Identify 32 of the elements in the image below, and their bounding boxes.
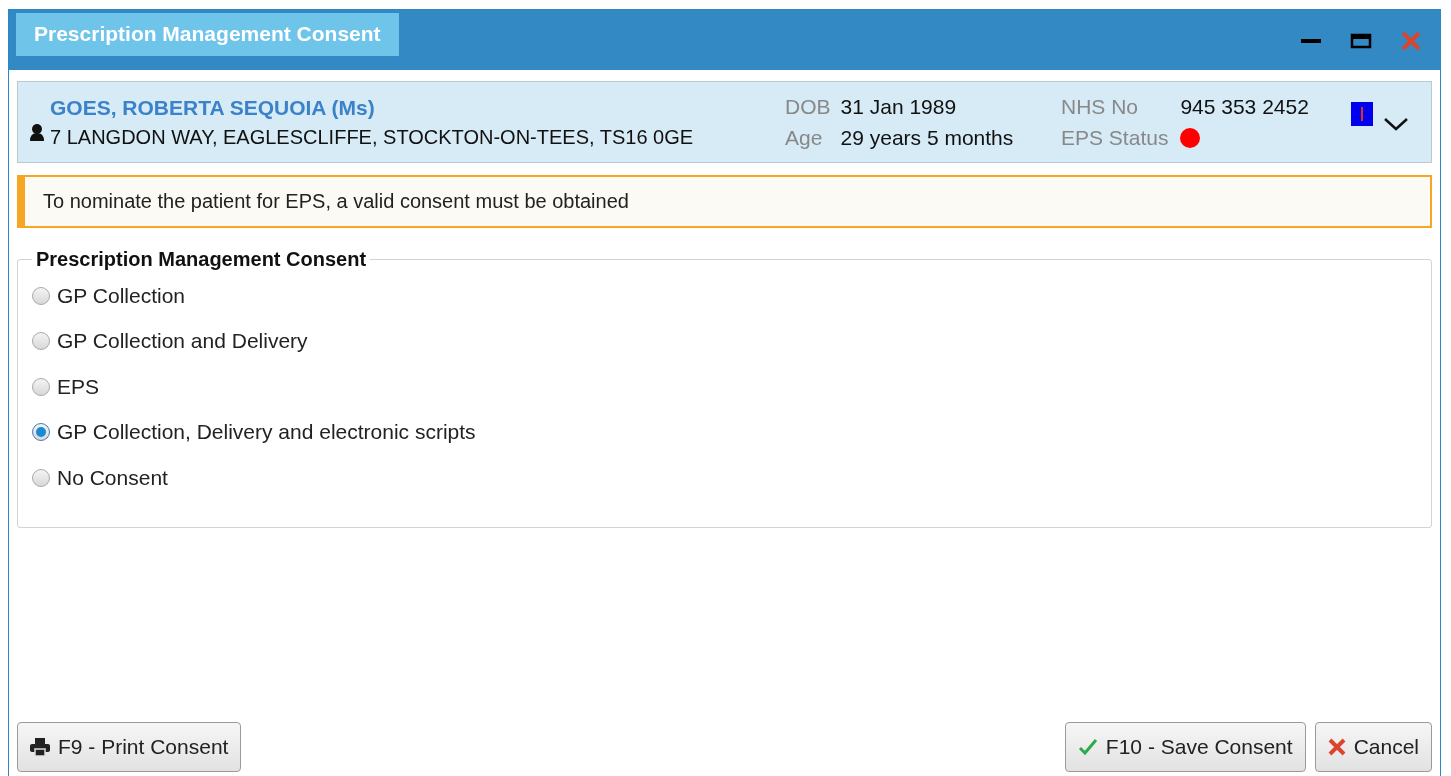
- nhs-number-label: NHS No: [1061, 94, 1140, 119]
- radio-button[interactable]: [32, 286, 50, 305]
- group-legend: Prescription Management Consent: [32, 248, 371, 271]
- print-consent-button[interactable]: F9 - Print Consent: [17, 722, 242, 772]
- person-icon: [30, 123, 44, 141]
- radio-button[interactable]: [32, 332, 50, 351]
- radio-button[interactable]: [32, 377, 50, 396]
- dob-value: 31 Jan 1989: [840, 94, 958, 119]
- patient-address: 7 LANGDON WAY, EAGLESCLIFFE, STOCKTON-ON-TEES, TS16 0GE: [50, 125, 695, 149]
- age-label: Age: [785, 125, 824, 150]
- printer-icon: [30, 738, 50, 756]
- close-icon: [1327, 738, 1346, 756]
- save-consent-button[interactable]: F10 - Save Consent: [1064, 722, 1306, 772]
- maximize-icon[interactable]: [1350, 33, 1372, 49]
- option-label[interactable]: GP Collection: [57, 283, 185, 308]
- option-label[interactable]: EPS: [57, 374, 100, 399]
- radio-button[interactable]: [32, 468, 50, 487]
- nhs-number-value: 945 353 2452: [1180, 94, 1309, 119]
- cancel-button[interactable]: Cancel: [1314, 722, 1432, 772]
- option-label[interactable]: No Consent: [57, 465, 168, 490]
- eps-status-label: EPS Status: [1061, 125, 1169, 150]
- dob-label: DOB: [785, 94, 831, 119]
- radio-button[interactable]: [32, 423, 50, 442]
- option-label[interactable]: GP Collection and Delivery: [57, 329, 308, 354]
- chevron-down-icon[interactable]: [1383, 116, 1409, 132]
- checkmark-icon: [1077, 738, 1098, 756]
- age-value: 29 years 5 months: [840, 125, 1014, 150]
- notice-text: To nominate the patient for EPS, a valid consent must be obtained: [43, 190, 629, 213]
- window-title: Prescription Management Consent: [16, 13, 399, 56]
- option-label[interactable]: GP Collection, Delivery and electronic scripts: [57, 420, 476, 445]
- flag-icon[interactable]: [1351, 102, 1373, 126]
- close-icon[interactable]: [1400, 30, 1422, 52]
